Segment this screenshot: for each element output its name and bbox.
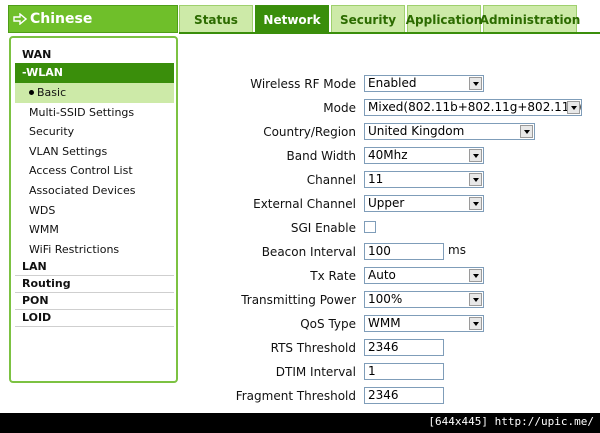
chevron-down-icon [469,77,482,90]
form-row-external-channel: External Channel Upper [180,193,600,215]
band-width-select[interactable]: 40Mhz [364,147,484,164]
qos-type-select[interactable]: WMM [364,315,484,332]
wireless-rf-mode-value: Enabled [368,76,417,90]
country-region-value: United Kingdom [368,124,465,138]
beacon-interval-input[interactable]: 100 [364,243,444,260]
channel-value: 11 [368,172,384,186]
sidebar-section-lan[interactable]: LAN [15,259,174,277]
tab-security[interactable]: Security [331,5,405,33]
sidebar-section-wan[interactable]: WAN [15,47,174,63]
arrow-right-icon [13,13,27,25]
tx-rate-select[interactable]: Auto [364,267,484,284]
chevron-down-icon [469,317,482,330]
language-label: Chinese [30,11,93,27]
sidebar-item-security[interactable]: Security [15,122,174,142]
form-row-qos-type: QoS Type WMM [180,313,600,335]
country-region-select[interactable]: United Kingdom [364,123,535,140]
form-row-band-width: Band Width 40Mhz [180,145,600,167]
tx-rate-label: Tx Rate [310,269,356,283]
tab-status[interactable]: Status [179,5,253,33]
form-row-country-region: Country/Region United Kingdom [180,121,600,143]
sidebar-item-vlan-settings[interactable]: VLAN Settings [15,142,174,162]
fragment-threshold-label: Fragment Threshold [235,389,356,403]
sidebar-item-wmm[interactable]: WMM [15,220,174,240]
bullet-icon [29,90,34,96]
mode-label: Mode [323,101,356,115]
dtim-interval-label: DTIM Interval [275,365,356,379]
qos-type-label: QoS Type [300,317,356,331]
external-channel-label: External Channel [253,197,356,211]
main-tabs: Status Network Security Application Admi… [179,5,580,33]
chevron-down-icon [469,293,482,306]
form-row-fragment-threshold: Fragment Threshold 2346 [180,385,600,407]
country-region-label: Country/Region [263,125,356,139]
tab-application[interactable]: Application [406,5,482,33]
sidebar-section-pon[interactable]: PON [15,293,174,311]
beacon-interval-unit: ms [448,243,466,257]
form-row-beacon-interval: Beacon Interval 100 ms [180,241,600,263]
transmitting-power-value: 100% [368,292,403,306]
tab-underline [179,32,600,34]
chevron-down-icon [469,269,482,282]
form-row-tx-rate: Tx Rate Auto [180,265,600,287]
language-switch[interactable]: Chinese [8,5,178,33]
rts-threshold-input[interactable]: 2346 [364,339,444,356]
form-row-sgi-enable: SGI Enable [180,217,600,239]
chevron-down-icon [469,197,482,210]
image-host-watermark: [644x445] http://upic.me/ [428,415,594,428]
sidebar-item-wifi-restrictions[interactable]: WiFi Restrictions [15,240,174,260]
channel-label: Channel [306,173,356,187]
transmitting-power-select[interactable]: 100% [364,291,484,308]
form-row-rts-threshold: RTS Threshold 2346 [180,337,600,359]
sidebar-section-routing[interactable]: Routing [15,276,174,294]
transmitting-power-label: Transmitting Power [241,293,356,307]
mode-select[interactable]: Mixed(802.11b+802.11g+802.11n) [364,99,582,116]
channel-select[interactable]: 11 [364,171,484,188]
sidebar-item-wds[interactable]: WDS [15,201,174,221]
qos-type-value: WMM [368,316,401,330]
band-width-value: 40Mhz [368,148,408,162]
rts-threshold-label: RTS Threshold [270,341,356,355]
chevron-down-icon [469,149,482,162]
wireless-rf-mode-label: Wireless RF Mode [250,77,356,91]
sidebar-item-associated-devices[interactable]: Associated Devices [15,181,174,201]
fragment-threshold-input[interactable]: 2346 [364,387,444,404]
form-row-dtim-interval: DTIM Interval 1 [180,361,600,383]
sidebar-item-basic[interactable]: Basic [15,83,174,103]
band-width-label: Band Width [286,149,357,163]
form-row-mode: Mode Mixed(802.11b+802.11g+802.11n) [180,97,600,119]
sidebar-item-access-control-list[interactable]: Access Control List [15,161,174,181]
sidebar: WAN -WLAN Basic Multi-SSID Settings Secu… [9,36,178,383]
form-row-channel: Channel 11 [180,169,600,191]
tab-network[interactable]: Network [255,5,329,33]
external-channel-select[interactable]: Upper [364,195,484,212]
tx-rate-value: Auto [368,268,396,282]
sidebar-section-loid[interactable]: LOID [15,310,174,328]
beacon-interval-label: Beacon Interval [261,245,356,259]
sgi-enable-label: SGI Enable [290,221,356,235]
dtim-interval-input[interactable]: 1 [364,363,444,380]
chevron-down-icon [567,101,580,114]
chevron-down-icon [469,173,482,186]
mode-value: Mixed(802.11b+802.11g+802.11n) [368,100,582,114]
form-row-wireless-rf-mode: Wireless RF Mode Enabled [180,73,600,95]
external-channel-value: Upper [368,196,405,210]
tab-administration[interactable]: Administration [480,5,580,33]
chevron-down-icon [520,125,533,138]
form-row-transmitting-power: Transmitting Power 100% [180,289,600,311]
router-admin-page: Chinese Status Network Security Applicat… [0,0,600,413]
sidebar-item-label: Basic [37,86,67,99]
sgi-enable-checkbox[interactable] [364,221,376,233]
wireless-rf-mode-select[interactable]: Enabled [364,75,484,92]
sidebar-item-multi-ssid[interactable]: Multi-SSID Settings [15,103,174,123]
sidebar-section-wlan[interactable]: -WLAN [15,63,174,83]
